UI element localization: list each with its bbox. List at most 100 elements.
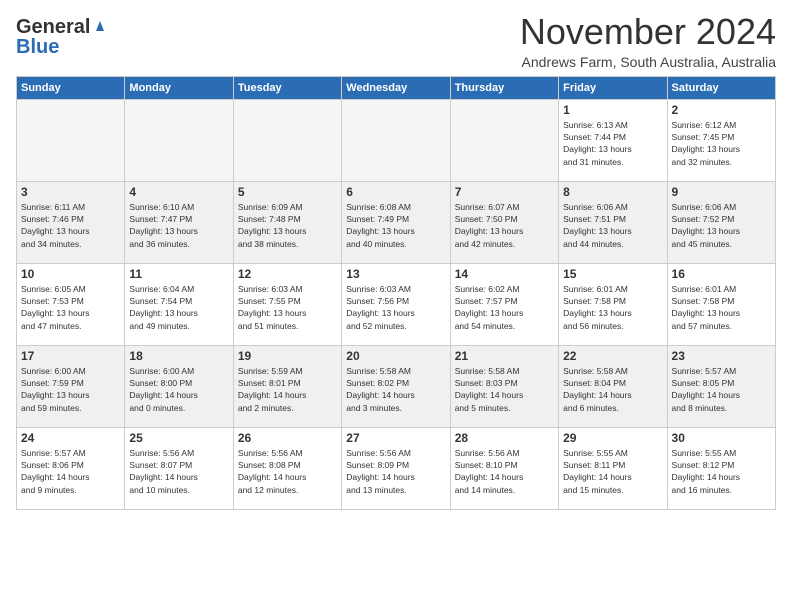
day-info: Sunrise: 6:02 AMSunset: 7:57 PMDaylight:… <box>455 283 554 332</box>
day-number: 22 <box>563 349 662 363</box>
day-number: 13 <box>346 267 445 281</box>
calendar-cell: 9 Sunrise: 6:06 AMSunset: 7:52 PMDaylight… <box>667 181 775 263</box>
day-info: Sunrise: 5:55 AMSunset: 8:12 PMDaylight:… <box>672 447 771 496</box>
day-info: Sunrise: 5:56 AMSunset: 8:08 PMDaylight:… <box>238 447 337 496</box>
day-info: Sunrise: 6:01 AMSunset: 7:58 PMDaylight:… <box>563 283 662 332</box>
day-number: 3 <box>21 185 120 199</box>
calendar-cell <box>342 99 450 181</box>
day-info: Sunrise: 6:00 AMSunset: 7:59 PMDaylight:… <box>21 365 120 414</box>
day-info: Sunrise: 6:03 AMSunset: 7:56 PMDaylight:… <box>346 283 445 332</box>
calendar-cell: 23 Sunrise: 5:57 AMSunset: 8:05 PMDayligh… <box>667 345 775 427</box>
day-number: 29 <box>563 431 662 445</box>
day-info: Sunrise: 6:06 AMSunset: 7:52 PMDaylight:… <box>672 201 771 250</box>
title-area: November 2024 Andrews Farm, South Austra… <box>520 12 776 70</box>
calendar-cell: 1 Sunrise: 6:13 AMSunset: 7:44 PMDaylight… <box>559 99 667 181</box>
calendar-week-row: 10 Sunrise: 6:05 AMSunset: 7:53 PMDayligh… <box>17 263 776 345</box>
weekday-header-monday: Monday <box>125 76 233 99</box>
logo-triangle-icon <box>91 17 109 35</box>
day-info: Sunrise: 6:13 AMSunset: 7:44 PMDaylight:… <box>563 119 662 168</box>
calendar-cell: 5Sunrise: 6:09 AMSunset: 7:48 PMDaylight… <box>233 181 341 263</box>
day-info: Sunrise: 6:11 AMSunset: 7:46 PMDaylight:… <box>21 201 120 250</box>
calendar-week-row: 24 Sunrise: 5:57 AMSunset: 8:06 PMDayligh… <box>17 427 776 509</box>
weekday-header-thursday: Thursday <box>450 76 558 99</box>
day-number: 18 <box>129 349 228 363</box>
day-info: Sunrise: 5:58 AMSunset: 8:03 PMDaylight:… <box>455 365 554 414</box>
day-info: Sunrise: 5:56 AMSunset: 8:09 PMDaylight:… <box>346 447 445 496</box>
month-title: November 2024 <box>520 12 776 52</box>
day-info: Sunrise: 6:00 AMSunset: 8:00 PMDaylight:… <box>129 365 228 414</box>
weekday-header-friday: Friday <box>559 76 667 99</box>
calendar-week-row: 3 Sunrise: 6:11 AMSunset: 7:46 PMDaylight… <box>17 181 776 263</box>
calendar-cell: 18 Sunrise: 6:00 AMSunset: 8:00 PMDayligh… <box>125 345 233 427</box>
calendar-cell: 24 Sunrise: 5:57 AMSunset: 8:06 PMDayligh… <box>17 427 125 509</box>
weekday-header-tuesday: Tuesday <box>233 76 341 99</box>
day-info: Sunrise: 6:10 AMSunset: 7:47 PMDaylight:… <box>129 201 228 250</box>
day-info: Sunrise: 6:12 AMSunset: 7:45 PMDaylight:… <box>672 119 771 168</box>
day-number: 26 <box>238 431 337 445</box>
header: General Blue November 2024 Andrews Farm,… <box>16 12 776 70</box>
calendar-cell: 14 Sunrise: 6:02 AMSunset: 7:57 PMDayligh… <box>450 263 558 345</box>
day-info: Sunrise: 6:07 AMSunset: 7:50 PMDaylight:… <box>455 201 554 250</box>
day-number: 15 <box>563 267 662 281</box>
calendar-cell: 13 Sunrise: 6:03 AMSunset: 7:56 PMDayligh… <box>342 263 450 345</box>
calendar-cell: 8Sunrise: 6:06 AMSunset: 7:51 PMDaylight… <box>559 181 667 263</box>
weekday-header-row: SundayMondayTuesdayWednesdayThursdayFrid… <box>17 76 776 99</box>
day-number: 16 <box>672 267 771 281</box>
logo-general-text: General <box>16 16 90 38</box>
day-info: Sunrise: 6:05 AMSunset: 7:53 PMDaylight:… <box>21 283 120 332</box>
calendar-cell: 17 Sunrise: 6:00 AMSunset: 7:59 PMDayligh… <box>17 345 125 427</box>
calendar-cell: 2 Sunrise: 6:12 AMSunset: 7:45 PMDaylight… <box>667 99 775 181</box>
day-info: Sunrise: 5:56 AMSunset: 8:10 PMDaylight:… <box>455 447 554 496</box>
weekday-header-sunday: Sunday <box>17 76 125 99</box>
calendar-cell: 27Sunrise: 5:56 AMSunset: 8:09 PMDayligh… <box>342 427 450 509</box>
calendar-cell: 21 Sunrise: 5:58 AMSunset: 8:03 PMDayligh… <box>450 345 558 427</box>
day-info: Sunrise: 5:57 AMSunset: 8:05 PMDaylight:… <box>672 365 771 414</box>
day-number: 25 <box>129 431 228 445</box>
day-info: Sunrise: 5:56 AMSunset: 8:07 PMDaylight:… <box>129 447 228 496</box>
day-info: Sunrise: 6:04 AMSunset: 7:54 PMDaylight:… <box>129 283 228 332</box>
calendar-cell: 20 Sunrise: 5:58 AMSunset: 8:02 PMDayligh… <box>342 345 450 427</box>
day-number: 4 <box>129 185 228 199</box>
day-number: 7 <box>455 185 554 199</box>
calendar-cell: 16Sunrise: 6:01 AMSunset: 7:58 PMDayligh… <box>667 263 775 345</box>
day-number: 9 <box>672 185 771 199</box>
calendar-cell: 25 Sunrise: 5:56 AMSunset: 8:07 PMDayligh… <box>125 427 233 509</box>
day-number: 2 <box>672 103 771 117</box>
day-info: Sunrise: 5:59 AMSunset: 8:01 PMDaylight:… <box>238 365 337 414</box>
day-number: 20 <box>346 349 445 363</box>
calendar-cell: 6Sunrise: 6:08 AMSunset: 7:49 PMDaylight… <box>342 181 450 263</box>
calendar-cell: 3 Sunrise: 6:11 AMSunset: 7:46 PMDaylight… <box>17 181 125 263</box>
day-number: 17 <box>21 349 120 363</box>
day-number: 21 <box>455 349 554 363</box>
calendar-cell: 19Sunrise: 5:59 AMSunset: 8:01 PMDayligh… <box>233 345 341 427</box>
calendar-cell: 12Sunrise: 6:03 AMSunset: 7:55 PMDayligh… <box>233 263 341 345</box>
calendar-cell: 10 Sunrise: 6:05 AMSunset: 7:53 PMDayligh… <box>17 263 125 345</box>
day-number: 23 <box>672 349 771 363</box>
calendar-cell <box>450 99 558 181</box>
calendar: SundayMondayTuesdayWednesdayThursdayFrid… <box>16 76 776 510</box>
day-info: Sunrise: 5:58 AMSunset: 8:02 PMDaylight:… <box>346 365 445 414</box>
day-info: Sunrise: 5:58 AMSunset: 8:04 PMDaylight:… <box>563 365 662 414</box>
day-number: 30 <box>672 431 771 445</box>
day-info: Sunrise: 6:09 AMSunset: 7:48 PMDaylight:… <box>238 201 337 250</box>
location-title: Andrews Farm, South Australia, Australia <box>520 54 776 70</box>
day-number: 6 <box>346 185 445 199</box>
day-number: 24 <box>21 431 120 445</box>
logo: General Blue <box>16 16 109 58</box>
weekday-header-wednesday: Wednesday <box>342 76 450 99</box>
calendar-cell <box>17 99 125 181</box>
calendar-cell: 11Sunrise: 6:04 AMSunset: 7:54 PMDayligh… <box>125 263 233 345</box>
day-number: 12 <box>238 267 337 281</box>
day-number: 10 <box>21 267 120 281</box>
day-info: Sunrise: 5:57 AMSunset: 8:06 PMDaylight:… <box>21 447 120 496</box>
day-number: 14 <box>455 267 554 281</box>
calendar-cell: 4 Sunrise: 6:10 AMSunset: 7:47 PMDaylight… <box>125 181 233 263</box>
weekday-header-saturday: Saturday <box>667 76 775 99</box>
calendar-cell: 30 Sunrise: 5:55 AMSunset: 8:12 PMDayligh… <box>667 427 775 509</box>
day-info: Sunrise: 6:06 AMSunset: 7:51 PMDaylight:… <box>563 201 662 250</box>
day-number: 1 <box>563 103 662 117</box>
calendar-week-row: 17 Sunrise: 6:00 AMSunset: 7:59 PMDayligh… <box>17 345 776 427</box>
logo-blue-text: Blue <box>16 36 109 58</box>
calendar-cell: 22 Sunrise: 5:58 AMSunset: 8:04 PMDayligh… <box>559 345 667 427</box>
calendar-cell: 26 Sunrise: 5:56 AMSunset: 8:08 PMDayligh… <box>233 427 341 509</box>
